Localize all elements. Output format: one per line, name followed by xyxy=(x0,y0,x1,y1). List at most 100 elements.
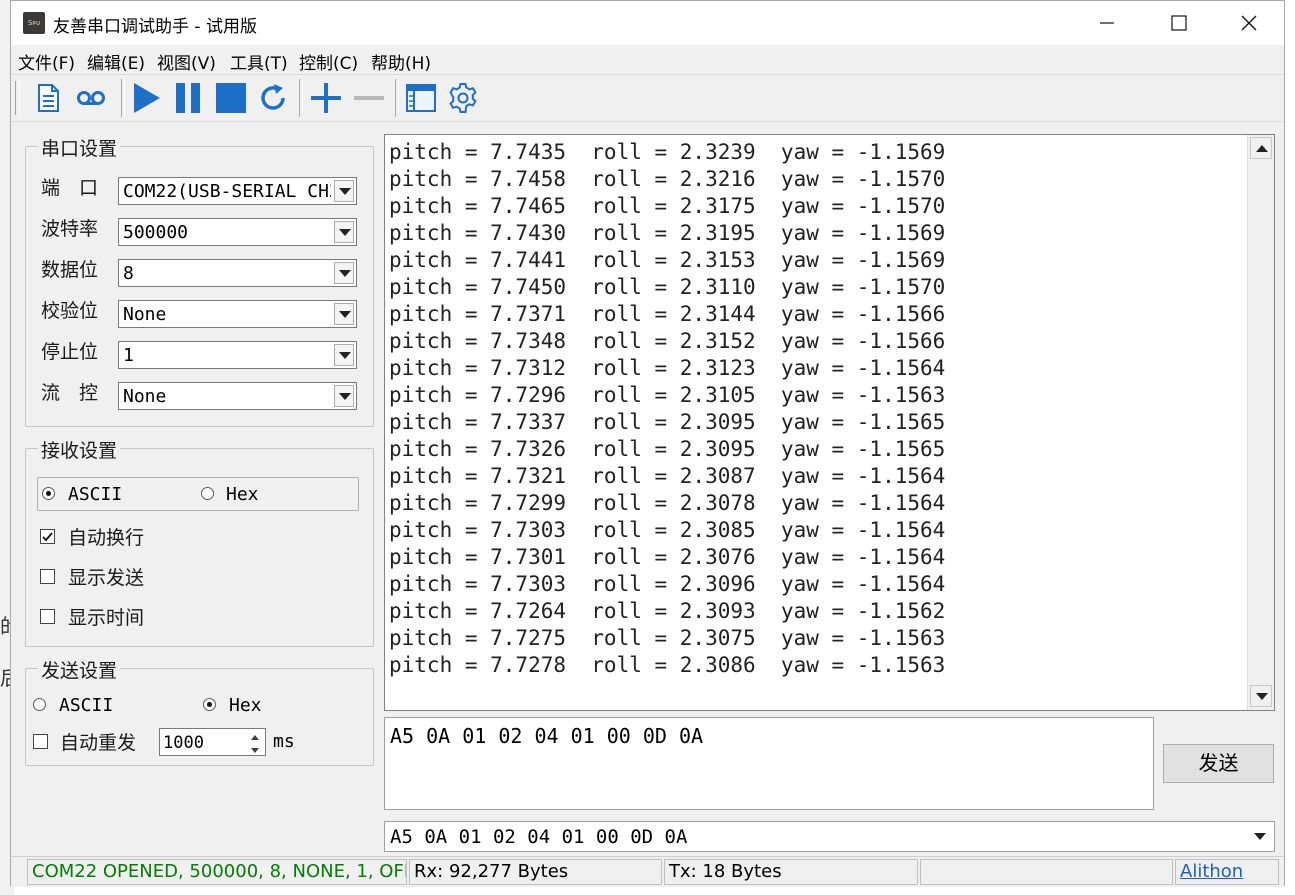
dropdown-button[interactable] xyxy=(334,303,354,325)
dropdown-button[interactable] xyxy=(334,180,354,202)
spin-up-button[interactable] xyxy=(245,729,265,742)
receive-line: pitch = 7.7275 roll = 2.3075 yaw = -1.15… xyxy=(389,626,946,650)
serial-field-label: 停止位 xyxy=(41,341,99,363)
serial-field-value: 8 xyxy=(123,263,134,284)
window-icon xyxy=(406,84,436,112)
scroll-down-button[interactable] xyxy=(1250,685,1272,707)
serial-field-combo[interactable]: None xyxy=(118,382,357,410)
title-bar: Sᴘᴜ 友善串口调试助手 - 试用版 xyxy=(11,1,1284,45)
record-button[interactable] xyxy=(72,79,110,117)
maximize-button[interactable] xyxy=(1144,1,1214,45)
serial-field-combo[interactable]: 8 xyxy=(118,259,357,287)
dropdown-button[interactable] xyxy=(334,221,354,243)
dropdown-button[interactable] xyxy=(334,385,354,407)
send-hex-radio[interactable] xyxy=(203,698,216,711)
triangle-down-icon xyxy=(251,748,259,753)
document-icon xyxy=(38,84,59,112)
refresh-icon xyxy=(261,84,285,110)
menu-view[interactable]: 视图(V) xyxy=(157,49,216,74)
serial-field-label: 数据位 xyxy=(41,259,99,281)
send-ascii-label: ASCII xyxy=(59,695,114,716)
stop-button[interactable] xyxy=(212,79,250,117)
window-toggle-button[interactable] xyxy=(402,79,440,117)
menu-control[interactable]: 控制(C) xyxy=(299,49,358,74)
show-send-label: 显示发送 xyxy=(68,567,145,589)
close-button[interactable] xyxy=(1214,1,1284,45)
toolbar-separator xyxy=(395,79,399,117)
chevron-down-icon xyxy=(339,188,351,195)
chevron-down-icon xyxy=(1254,833,1266,840)
menu-help[interactable]: 帮助(H) xyxy=(371,49,431,74)
serial-field-combo[interactable]: 500000 xyxy=(118,218,357,246)
minimize-button[interactable] xyxy=(1072,1,1142,45)
new-document-button[interactable] xyxy=(29,79,67,117)
app-icon: Sᴘᴜ xyxy=(23,12,45,34)
main-window: Sᴘᴜ 友善串口调试助手 - 试用版 文件(F) 编辑(E) 视图(V) 工具(… xyxy=(10,0,1285,887)
receive-line: pitch = 7.7303 roll = 2.3096 yaw = -1.15… xyxy=(389,572,946,596)
send-history-value: A5 0A 01 02 04 01 00 0D 0A xyxy=(390,826,688,848)
receive-ascii-radio[interactable] xyxy=(42,487,55,500)
pause-icon xyxy=(176,83,200,113)
serial-field-value: COM22(USB-SERIAL CH340) xyxy=(123,181,331,202)
serial-field-label: 校验位 xyxy=(41,300,99,322)
receive-textarea[interactable]: pitch = 7.7435 roll = 2.3239 yaw = -1.15… xyxy=(384,134,1275,711)
auto-wrap-label: 自动换行 xyxy=(68,527,145,549)
show-send-checkbox[interactable] xyxy=(40,569,55,584)
checkmark-icon xyxy=(42,532,53,542)
serial-field-combo[interactable]: 1 xyxy=(118,341,357,369)
receive-hex-label: Hex xyxy=(226,484,259,505)
status-empty-panel xyxy=(920,859,1173,885)
pause-button[interactable] xyxy=(169,79,207,117)
serial-field-label: 端 口 xyxy=(41,177,99,199)
receive-line: pitch = 7.7312 roll = 2.3123 yaw = -1.15… xyxy=(389,356,946,380)
send-history-combo[interactable]: A5 0A 01 02 04 01 00 0D 0A xyxy=(384,821,1275,852)
receive-settings-title: 接收设置 xyxy=(38,436,121,463)
add-button[interactable] xyxy=(307,79,345,117)
play-icon xyxy=(134,83,160,113)
serial-field-combo[interactable]: None xyxy=(118,300,357,328)
chevron-down-icon xyxy=(339,270,351,277)
receive-line: pitch = 7.7435 roll = 2.3239 yaw = -1.15… xyxy=(389,140,946,164)
toolbar xyxy=(11,74,1284,122)
receive-line: pitch = 7.7465 roll = 2.3175 yaw = -1.15… xyxy=(389,194,946,218)
send-button[interactable]: 发送 xyxy=(1163,744,1274,783)
send-hex-label: Hex xyxy=(229,695,262,716)
send-ascii-radio[interactable] xyxy=(33,698,46,711)
receive-line: pitch = 7.7296 roll = 2.3105 yaw = -1.15… xyxy=(389,383,946,407)
dropdown-button[interactable] xyxy=(334,262,354,284)
show-time-label: 显示时间 xyxy=(68,607,145,629)
auto-resend-checkbox[interactable] xyxy=(33,734,48,749)
minus-icon xyxy=(354,96,384,100)
settings-button[interactable] xyxy=(444,79,482,117)
triangle-up-icon xyxy=(1256,145,1268,152)
history-dropdown-button[interactable] xyxy=(1249,825,1271,848)
voicemail-icon xyxy=(77,91,105,105)
menu-file[interactable]: 文件(F) xyxy=(18,49,75,74)
status-bar: COM22 OPENED, 500000, 8, NONE, 1, OFF Rx… xyxy=(11,856,1284,887)
scroll-up-button[interactable] xyxy=(1250,137,1272,159)
spin-down-button[interactable] xyxy=(245,742,265,755)
status-connection: COM22 OPENED, 500000, 8, NONE, 1, OFF xyxy=(27,859,407,885)
resend-interval-spinner[interactable]: 1000 xyxy=(159,728,266,756)
dropdown-button[interactable] xyxy=(334,344,354,366)
status-link[interactable]: Alithon xyxy=(1175,859,1279,885)
auto-wrap-checkbox[interactable] xyxy=(40,529,55,544)
receive-line: pitch = 7.7278 roll = 2.3086 yaw = -1.15… xyxy=(389,653,946,677)
menu-tools[interactable]: 工具(T) xyxy=(230,49,288,74)
show-time-checkbox[interactable] xyxy=(40,609,55,624)
menu-bar: 文件(F) 编辑(E) 视图(V) 工具(T) 控制(C) 帮助(H) xyxy=(11,45,1284,74)
close-icon xyxy=(1241,15,1257,31)
receive-line: pitch = 7.7348 roll = 2.3152 yaw = -1.15… xyxy=(389,329,946,353)
remove-button[interactable] xyxy=(350,79,388,117)
status-tx: Tx: 18 Bytes xyxy=(664,859,918,885)
toolbar-grip[interactable] xyxy=(15,81,20,115)
serial-field-combo[interactable]: COM22(USB-SERIAL CH340) xyxy=(118,177,357,205)
start-button[interactable] xyxy=(127,79,165,117)
receive-hex-radio[interactable] xyxy=(201,487,214,500)
window-title: 友善串口调试助手 - 试用版 xyxy=(53,17,257,37)
chevron-down-icon xyxy=(339,229,351,236)
receive-scrollbar[interactable] xyxy=(1247,135,1274,710)
refresh-button[interactable] xyxy=(254,79,292,117)
menu-edit[interactable]: 编辑(E) xyxy=(87,49,145,74)
send-textarea[interactable]: A5 0A 01 02 04 01 00 0D 0A xyxy=(384,717,1154,810)
